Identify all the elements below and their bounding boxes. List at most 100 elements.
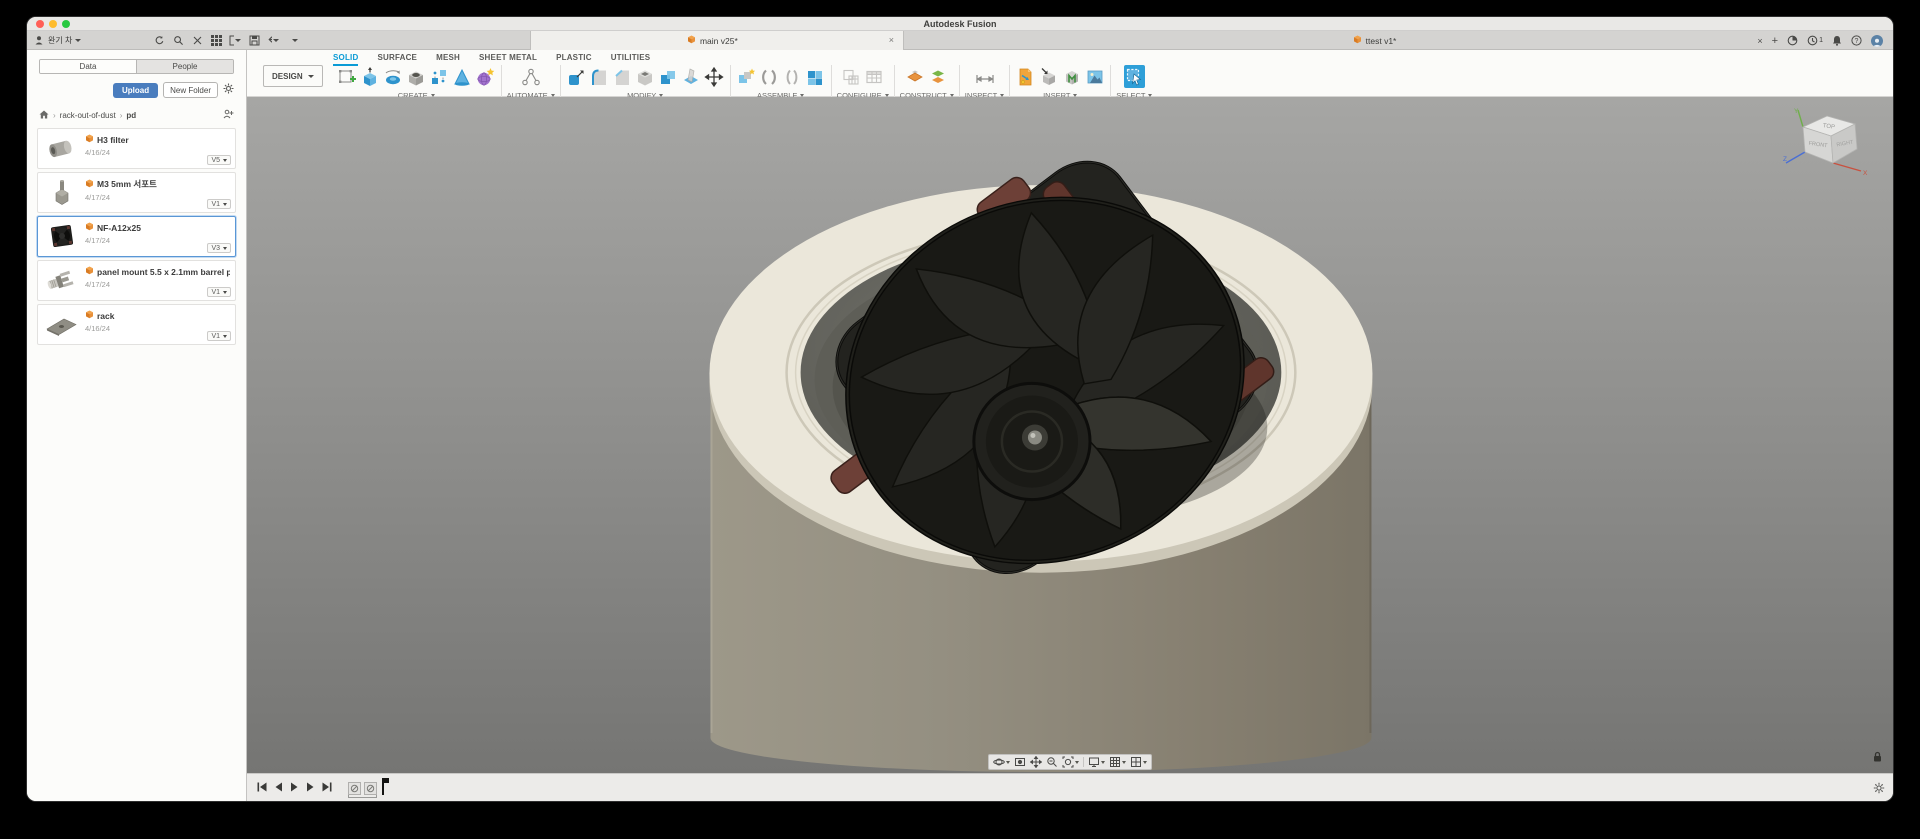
version-dropdown[interactable]: V1 [207, 287, 231, 297]
home-icon[interactable] [39, 110, 49, 121]
as-built-joint-icon[interactable] [782, 65, 803, 88]
pattern-icon[interactable] [429, 65, 450, 88]
offset-plane-icon[interactable] [928, 65, 949, 88]
create-form-icon[interactable] [475, 65, 496, 88]
insert-mesh-icon[interactable] [1038, 65, 1059, 88]
notifications-icon[interactable] [1832, 35, 1842, 46]
tab-plastic[interactable]: PLASTIC [556, 53, 592, 66]
avatar[interactable] [1871, 35, 1883, 47]
sketch-feature-icon[interactable] [348, 782, 361, 795]
help-icon[interactable]: ? [1851, 35, 1862, 46]
job-status-badge: 1 [1819, 37, 1823, 44]
step-back-icon[interactable] [274, 779, 283, 797]
automate-icon[interactable] [520, 65, 541, 88]
revolve-icon[interactable] [383, 65, 404, 88]
grid-snaps-icon[interactable] [1109, 756, 1126, 768]
search-icon[interactable] [172, 34, 184, 46]
zoom-window-button[interactable] [62, 20, 70, 28]
fit-icon[interactable] [1062, 756, 1079, 768]
view-cube[interactable]: Y Z X TOP FRONT RIGHT [1781, 105, 1881, 183]
create-sketch-icon[interactable] [337, 65, 358, 88]
close-icon[interactable] [191, 34, 203, 46]
joint-icon[interactable] [759, 65, 780, 88]
grid-icon[interactable] [210, 34, 222, 46]
tab-sheet-metal[interactable]: SHEET METAL [479, 53, 537, 66]
tab-mesh[interactable]: MESH [436, 53, 460, 66]
tab-utilities[interactable]: UTILITIES [611, 53, 651, 66]
redo-icon[interactable] [286, 34, 298, 46]
version-dropdown[interactable]: V1 [207, 331, 231, 341]
version-dropdown[interactable]: V1 [207, 199, 231, 209]
skip-to-end-icon[interactable] [322, 779, 332, 797]
group-configure: CONFIGURE [832, 64, 894, 100]
insert-mcmaster-icon[interactable] [1061, 65, 1082, 88]
undo-icon[interactable] [267, 34, 279, 46]
timeline-settings-gear-icon[interactable] [1873, 782, 1885, 794]
collaborators-icon[interactable] [223, 109, 234, 121]
hub-selector[interactable]: 완기 차 [33, 34, 81, 46]
measure-icon[interactable] [974, 65, 995, 88]
orbit-icon[interactable] [993, 756, 1010, 768]
close-tab-icon[interactable]: × [1757, 36, 1762, 46]
chamfer-icon[interactable] [612, 65, 633, 88]
look-at-icon[interactable] [1014, 756, 1026, 768]
configuration-table-icon[interactable] [864, 65, 885, 88]
document-tab-test[interactable]: ttest v1* [1063, 31, 1686, 50]
press-pull-icon[interactable] [566, 65, 587, 88]
minimize-window-button[interactable] [49, 20, 57, 28]
refresh-icon[interactable] [153, 34, 165, 46]
construction-plane-icon[interactable] [905, 65, 926, 88]
new-tab-icon[interactable]: + [1772, 35, 1778, 47]
configure-icon[interactable] [841, 65, 862, 88]
zoom-icon[interactable] [1046, 756, 1058, 768]
rigid-group-icon[interactable] [805, 65, 826, 88]
select-icon[interactable] [1124, 65, 1145, 88]
tab-surface[interactable]: SURFACE [377, 53, 417, 66]
loft-icon[interactable] [452, 65, 473, 88]
close-tab-icon[interactable]: × [887, 36, 896, 45]
insert-derive-icon[interactable] [1015, 65, 1036, 88]
file-card[interactable]: panel mount 5.5 x 2.1mm barrel plug 4/17… [37, 260, 236, 301]
sketch-feature-icon[interactable] [364, 782, 377, 795]
play-icon[interactable] [290, 779, 299, 797]
breadcrumb-project[interactable]: rack-out-of-dust [60, 111, 116, 120]
display-settings-icon[interactable] [1088, 756, 1105, 768]
version-dropdown[interactable]: V3 [207, 243, 231, 253]
close-window-button[interactable] [36, 20, 44, 28]
split-body-icon[interactable] [681, 65, 702, 88]
shell-icon[interactable] [635, 65, 656, 88]
skip-to-start-icon[interactable] [257, 779, 267, 797]
tab-solid[interactable]: SOLID [333, 53, 358, 66]
file-card[interactable]: M3 5mm 서포트 4/17/24 V1 [37, 172, 236, 213]
file-card[interactable]: H3 filter 4/16/24 V5 [37, 128, 236, 169]
step-forward-icon[interactable] [306, 779, 315, 797]
tab-data[interactable]: Data [40, 60, 136, 73]
new-document-icon[interactable] [229, 34, 241, 46]
timeline-playhead[interactable] [382, 778, 384, 795]
workspace-selector[interactable]: DESIGN [263, 65, 323, 87]
combine-icon[interactable] [658, 65, 679, 88]
tab-people[interactable]: People [136, 60, 233, 73]
data-settings-gear-icon[interactable] [223, 81, 234, 99]
new-component-icon[interactable] [736, 65, 757, 88]
viewport-3d[interactable]: Y Z X TOP FRONT RIGHT [247, 97, 1893, 773]
viewports-icon[interactable] [1130, 756, 1147, 768]
file-card-selected[interactable]: NF-A12x25 4/17/24 V3 [37, 216, 236, 257]
extrude-icon[interactable] [360, 65, 381, 88]
extensions-icon[interactable] [1787, 35, 1798, 46]
fillet-icon[interactable] [589, 65, 610, 88]
upload-button[interactable]: Upload [113, 83, 158, 98]
canvas-icon[interactable] [1084, 65, 1105, 88]
pan-icon[interactable] [1030, 756, 1042, 768]
document-tab-main[interactable]: main v25* × [530, 31, 904, 50]
job-status-icon[interactable]: 1 [1807, 35, 1823, 46]
save-icon[interactable] [248, 34, 260, 46]
breadcrumb-folder[interactable]: pd [126, 111, 136, 120]
move-icon[interactable] [704, 65, 725, 88]
lock-icon[interactable] [1872, 749, 1883, 767]
file-card[interactable]: rack 4/16/24 V1 [37, 304, 236, 345]
new-folder-button[interactable]: New Folder [163, 82, 218, 98]
version-dropdown[interactable]: V5 [207, 155, 231, 165]
file-thumbnail-cylinder [43, 132, 81, 165]
hole-icon[interactable] [406, 65, 427, 88]
